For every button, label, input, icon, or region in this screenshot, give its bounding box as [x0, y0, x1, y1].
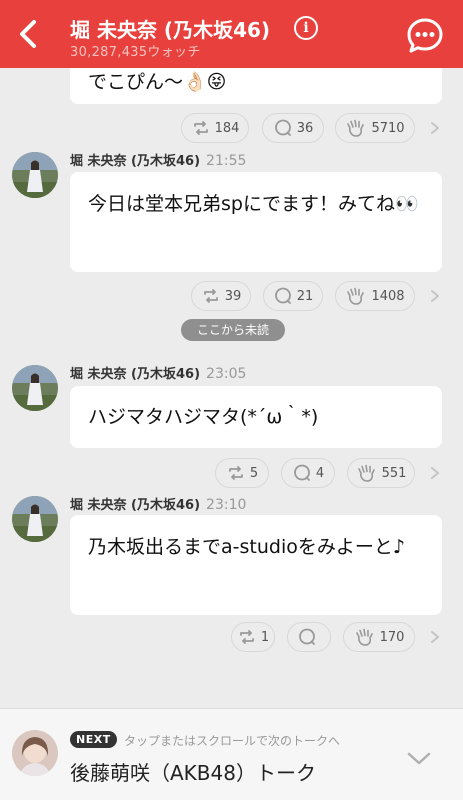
chat-bubble-icon[interactable]: [406, 17, 444, 55]
clap-button[interactable]: 170: [343, 622, 415, 652]
retweet-count: 184: [214, 120, 240, 136]
retweet-icon: [237, 627, 257, 647]
comment-icon: [297, 627, 317, 647]
retweet-button[interactable]: 5: [215, 458, 269, 488]
retweet-button[interactable]: 1: [231, 622, 275, 652]
chevron-right-icon[interactable]: [428, 289, 442, 303]
comment-icon: [273, 118, 293, 138]
clap-hand-icon: [345, 118, 367, 138]
retweet-count: 1: [260, 629, 270, 645]
clap-button[interactable]: 1408: [335, 281, 415, 311]
sender-name: 堀 未央奈 (乃木坂46): [70, 367, 201, 382]
comment-count: 21: [296, 288, 314, 304]
next-talk-title: 後藤萌咲（AKB48）トーク: [70, 761, 316, 785]
clap-hand-icon: [356, 463, 378, 483]
message-meta: 堀 未央奈 (乃木坂46) 21:55: [70, 150, 246, 169]
clap-count: 5710: [371, 120, 405, 136]
avatar[interactable]: [12, 496, 58, 542]
next-badge: NEXT: [70, 731, 117, 748]
reaction-bar: 39 21 1408: [0, 281, 463, 311]
next-talk-bar[interactable]: NEXT タップまたはスクロールで次のトークへ 後藤萌咲（AKB48）トーク: [0, 708, 463, 800]
message-bubble: 今日は堂本兄弟spにでます！みてね👀: [70, 172, 442, 272]
message-text: 乃木坂出るまでa-studioをみよーと♪: [88, 536, 405, 558]
clap-count: 1408: [371, 288, 405, 304]
next-talk-avatar: [12, 730, 58, 776]
sender-name: 堀 未央奈 (乃木坂46): [70, 154, 201, 169]
chevron-down-icon[interactable]: [406, 751, 432, 767]
chevron-right-icon[interactable]: [428, 121, 442, 135]
message-text: でこぴん〜👌🏻😝: [88, 71, 227, 93]
comment-button[interactable]: [287, 622, 331, 652]
message-time: 23:10: [206, 497, 247, 513]
retweet-icon: [201, 286, 221, 306]
reaction-bar: 1 170: [0, 622, 463, 652]
message-text: 今日は堂本兄弟spにでます！みてね👀: [88, 193, 419, 215]
message-text: ハジマタハジマタ(*´ω｀*): [88, 406, 319, 428]
comment-button[interactable]: 36: [262, 113, 324, 143]
page-title: 堀 未央奈 (乃木坂46): [70, 18, 271, 42]
message-meta: 堀 未央奈 (乃木坂46) 23:10: [70, 494, 246, 513]
clap-hand-icon: [354, 627, 376, 647]
retweet-button[interactable]: 184: [181, 113, 249, 143]
message-timeline: でこぴん〜👌🏻😝 184 36 5710 堀 未央奈 (乃木坂46) 21:55 …: [0, 0, 463, 708]
message-bubble: 乃木坂出るまでa-studioをみよーと♪: [70, 515, 442, 615]
back-button[interactable]: [12, 18, 44, 50]
unread-divider: ここから未読: [181, 319, 285, 341]
message-bubble: ハジマタハジマタ(*´ω｀*): [70, 386, 442, 448]
info-icon[interactable]: i: [294, 16, 318, 40]
retweet-button[interactable]: 39: [191, 281, 251, 311]
reaction-bar: 5 4 551: [0, 458, 463, 488]
retweet-count: 5: [249, 465, 259, 481]
comment-count: 4: [315, 465, 325, 481]
message-time: 21:55: [206, 153, 247, 169]
avatar[interactable]: [12, 152, 58, 198]
clap-button[interactable]: 5710: [335, 113, 415, 143]
chevron-left-icon: [20, 20, 36, 48]
comment-icon: [273, 286, 293, 306]
chevron-right-icon[interactable]: [428, 466, 442, 480]
message-time: 23:05: [206, 366, 247, 382]
retweet-icon: [191, 118, 211, 138]
sender-name: 堀 未央奈 (乃木坂46): [70, 498, 201, 513]
retweet-count: 39: [224, 288, 242, 304]
comment-button[interactable]: 21: [263, 281, 323, 311]
app-header: 堀 未央奈 (乃木坂46) i 30,287,435ウォッチ: [0, 0, 463, 68]
watch-count: 30,287,435ウォッチ: [70, 45, 201, 60]
chevron-right-icon[interactable]: [428, 630, 442, 644]
comment-button[interactable]: 4: [281, 458, 335, 488]
clap-count: 170: [379, 629, 405, 645]
next-hint: タップまたはスクロールで次のトークへ: [124, 734, 341, 748]
comment-count: 36: [296, 120, 314, 136]
message-meta: 堀 未央奈 (乃木坂46) 23:05: [70, 363, 246, 382]
comment-icon: [292, 463, 312, 483]
reaction-bar: 184 36 5710: [0, 113, 463, 143]
avatar[interactable]: [12, 365, 58, 411]
clap-button[interactable]: 551: [347, 458, 415, 488]
clap-count: 551: [381, 465, 407, 481]
retweet-icon: [226, 463, 246, 483]
clap-hand-icon: [345, 286, 367, 306]
